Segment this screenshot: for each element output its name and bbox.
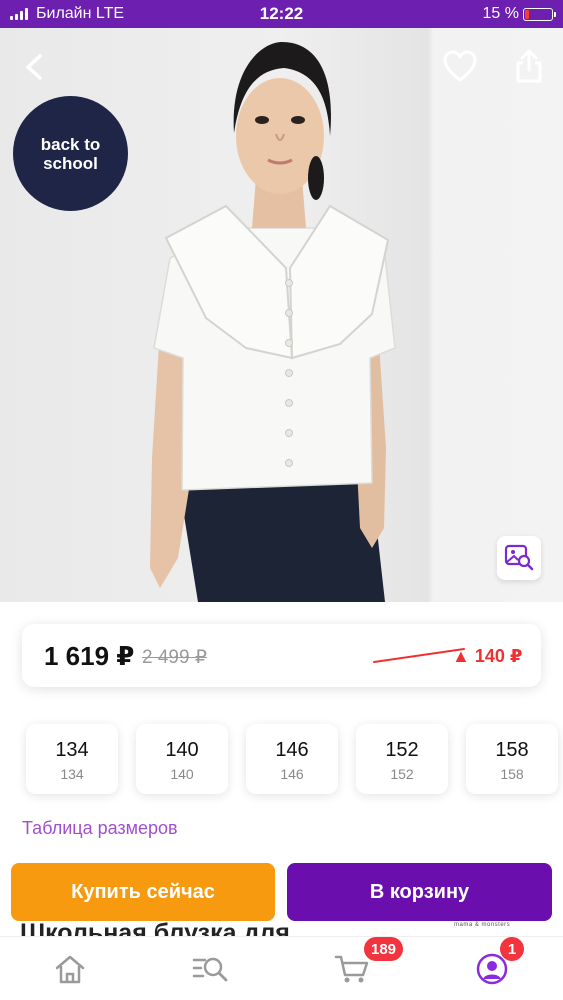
size-sublabel: 140 [170, 766, 194, 782]
tab-bar: 189 1 [0, 936, 563, 1000]
size-label: 134 [55, 739, 89, 761]
promo-badge-label: back to school [40, 134, 101, 173]
tab-catalog[interactable] [190, 951, 230, 987]
size-option-140[interactable]: 140 140 [136, 724, 228, 794]
old-price: 2 499 ₽ [142, 647, 207, 668]
status-bar: Билайн LTE 12:22 15 % [0, 0, 563, 28]
size-selector: 134 134 140 140 146 146 152 152 158 158 [26, 724, 558, 794]
size-sublabel: 152 [390, 766, 414, 782]
favorite-button[interactable] [442, 50, 478, 84]
size-sublabel: 158 [500, 766, 524, 782]
size-option-152[interactable]: 152 152 [356, 724, 448, 794]
home-icon [55, 955, 85, 984]
visual-search-button[interactable] [497, 536, 541, 580]
size-table-link[interactable]: Таблица размеров [22, 818, 178, 839]
size-label: 152 [385, 739, 419, 761]
size-sublabel: 146 [280, 766, 304, 782]
add-to-cart-button[interactable]: В корзину [287, 863, 552, 921]
size-option-146[interactable]: 146 146 [246, 724, 338, 794]
size-label: 140 [165, 739, 199, 761]
heart-icon [443, 50, 477, 82]
share-icon [516, 49, 542, 83]
catalog-search-icon [192, 957, 228, 982]
cart-count-badge: 189 [364, 937, 404, 961]
promo-badge: back to school [13, 96, 128, 211]
back-button[interactable] [18, 50, 52, 84]
battery-percent: 15 % [482, 5, 519, 22]
current-price: 1 619 ₽ [44, 641, 135, 671]
size-label: 146 [275, 739, 309, 761]
profile-notification-badge: 1 [500, 937, 524, 961]
size-sublabel: 134 [60, 766, 84, 782]
share-button[interactable] [512, 48, 546, 84]
chevron-left-icon [26, 54, 42, 80]
price-card: 1 619 ₽ 2 499 ₽ ▲ 140 ₽ [22, 624, 541, 687]
buy-now-button[interactable]: Купить сейчас [11, 863, 275, 921]
size-label: 158 [495, 739, 529, 761]
size-option-134[interactable]: 134 134 [26, 724, 118, 794]
price-drop-label[interactable]: ▲ 140 ₽ [452, 646, 522, 667]
cart-icon [334, 955, 369, 983]
battery-icon [523, 8, 556, 21]
clock: 12:22 [259, 4, 304, 23]
size-option-158[interactable]: 158 158 [466, 724, 558, 794]
product-image[interactable]: back to school [0, 28, 563, 602]
brand-logo[interactable]: mama & monsters [454, 922, 510, 928]
image-search-icon [504, 544, 534, 571]
tab-home[interactable] [50, 951, 90, 987]
